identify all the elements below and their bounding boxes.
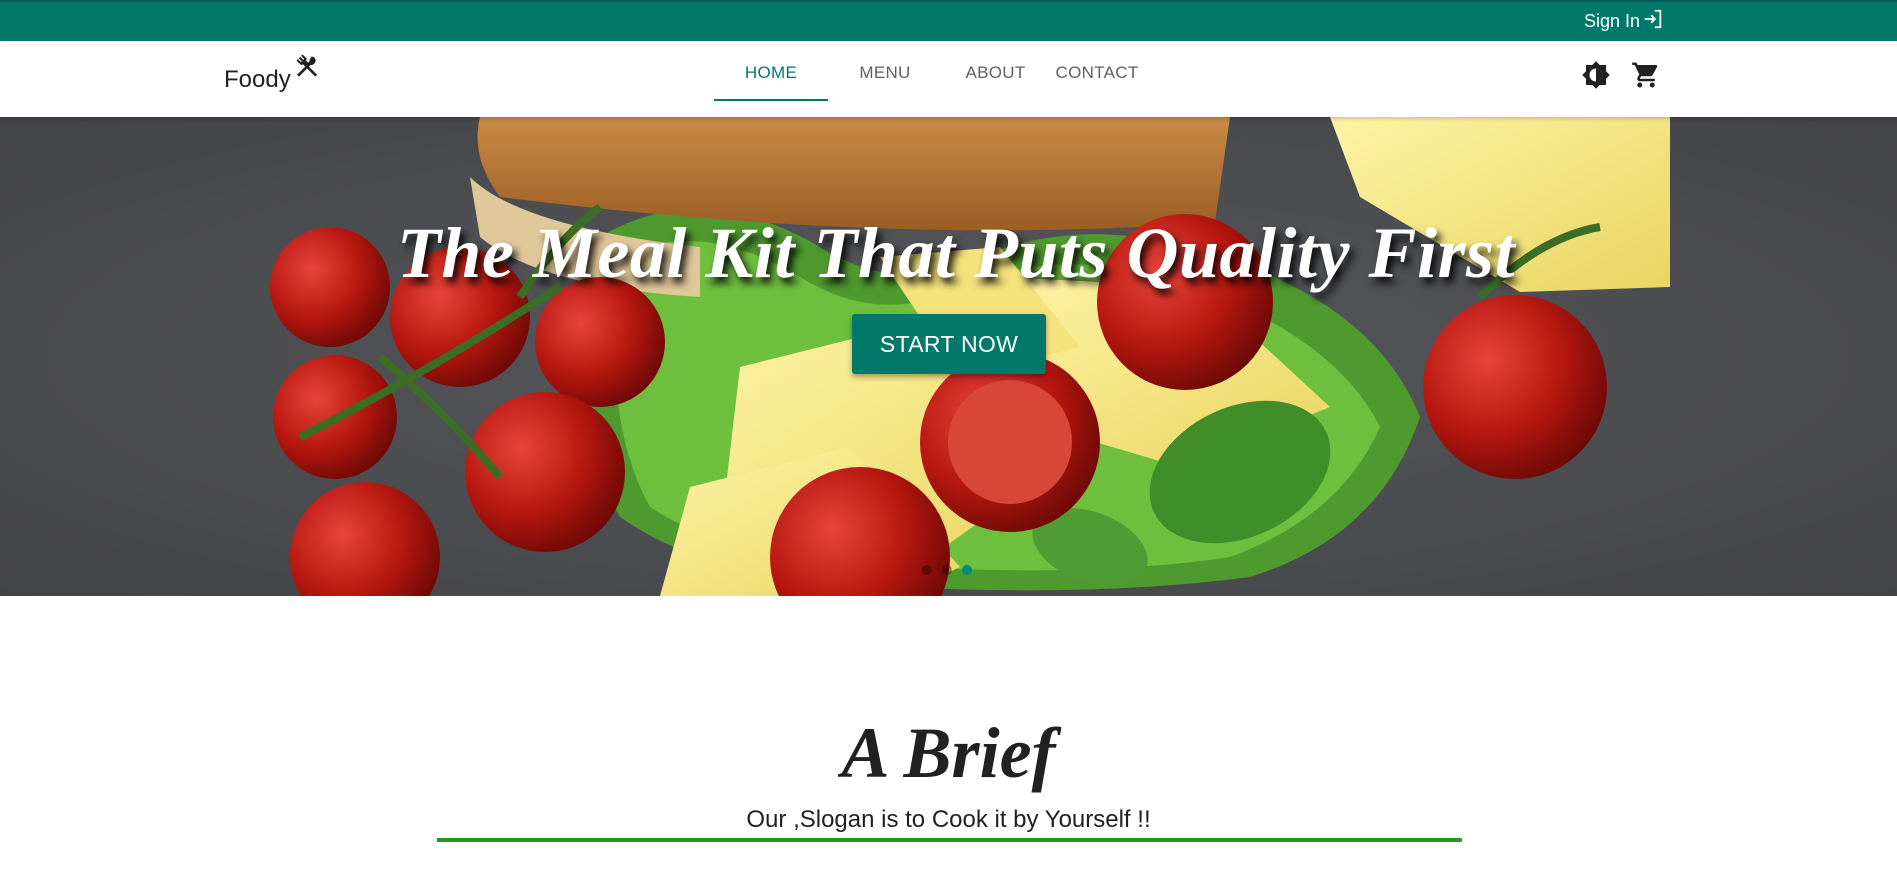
brief-heading: A Brief — [841, 713, 1056, 793]
carousel-dot-1[interactable] — [922, 565, 932, 575]
brand-name: Foody — [224, 66, 291, 93]
brief-slogan: Our ,Slogan is to Cook it by Yourself !! — [746, 806, 1151, 833]
main-navbar: Foody HOME MENU ABOUT CONTACT — [0, 41, 1897, 117]
brief-underline — [437, 838, 1462, 842]
cart-icon[interactable] — [1630, 59, 1662, 91]
hero-title: The Meal Kit That Puts Quality First — [396, 213, 1516, 293]
top-bar: Sign In — [0, 0, 1897, 41]
carousel-dot-2[interactable] — [942, 565, 952, 575]
tab-contact[interactable]: CONTACT — [1049, 41, 1145, 117]
tab-about[interactable]: ABOUT — [942, 41, 1049, 117]
theme-toggle-icon[interactable] — [1580, 59, 1612, 91]
start-now-button[interactable]: START NOW — [852, 314, 1046, 374]
tab-home[interactable]: HOME — [714, 41, 828, 117]
tab-menu[interactable]: MENU — [828, 41, 942, 117]
nav-actions — [1580, 59, 1662, 91]
fork-spoon-icon — [293, 54, 321, 95]
hero-carousel: The Meal Kit That Puts Quality First STA… — [0, 117, 1897, 596]
sign-in-link[interactable]: Sign In — [1583, 8, 1664, 35]
sign-in-label: Sign In — [1583, 10, 1640, 31]
brand-logo[interactable]: Foody — [224, 54, 321, 95]
nav-tabs: HOME MENU ABOUT CONTACT — [714, 41, 1145, 117]
carousel-indicators — [922, 565, 972, 575]
carousel-dot-3[interactable] — [962, 565, 972, 575]
login-icon — [1642, 8, 1664, 35]
